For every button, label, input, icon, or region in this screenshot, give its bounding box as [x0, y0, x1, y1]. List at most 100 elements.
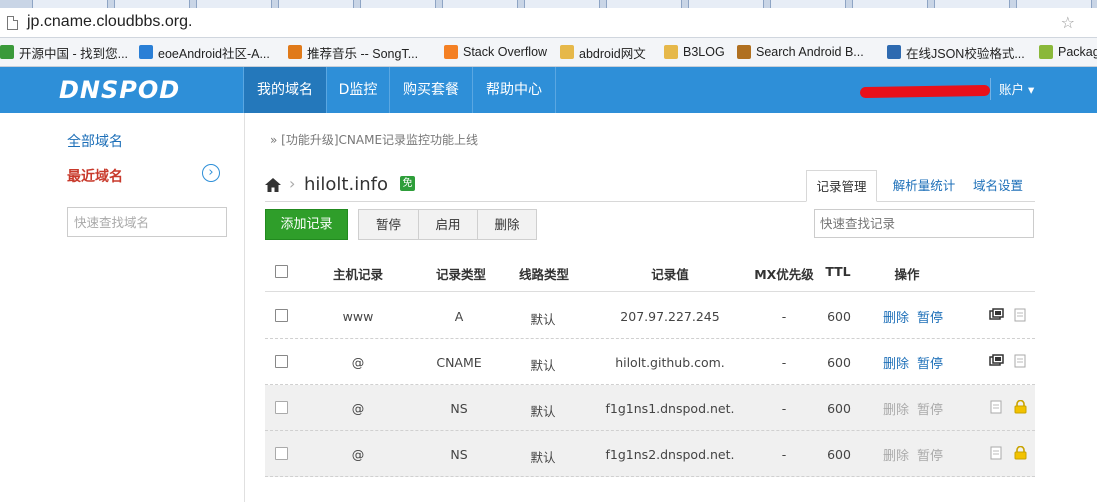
folder-icon	[664, 45, 678, 59]
url-text[interactable]: jp.cname.cloudbbs.org.	[27, 13, 192, 31]
remark-icon[interactable]	[989, 446, 1004, 460]
pause-record-link[interactable]: 暂停	[917, 307, 943, 326]
monitor-icon[interactable]	[989, 354, 1004, 368]
table-row[interactable]: www A 默认 207.97.227.245 - 600 删除 暂停	[265, 293, 1035, 339]
bookmark-item[interactable]: abdroid网文	[560, 43, 646, 61]
browser-tab[interactable]	[196, 0, 272, 8]
row-checkbox[interactable]	[275, 355, 288, 368]
sidebar: 全部域名 最近域名 ›	[0, 113, 245, 502]
pause-record-link[interactable]: 暂停	[917, 353, 943, 372]
pause-record-link: 暂停	[917, 449, 944, 464]
nav-buy-plan[interactable]: 购买套餐	[390, 67, 472, 113]
bookmark-item[interactable]: eoeAndroid社区-A...	[139, 43, 270, 61]
domain-search-input[interactable]	[67, 207, 227, 237]
bookmark-item[interactable]: Stack Overflow	[444, 43, 547, 61]
cell-type: CNAME	[436, 355, 482, 370]
folder-icon	[560, 45, 574, 59]
table-row[interactable]: @ NS 默认 f1g1ns2.dnspod.net. - 600 删除 暂停	[265, 431, 1035, 477]
delete-record-link[interactable]: 删除	[883, 353, 909, 372]
cell-value: 207.97.227.245	[620, 309, 720, 324]
row-checkbox[interactable]	[275, 401, 288, 414]
account-divider	[990, 78, 991, 100]
delete-button[interactable]: 删除	[477, 210, 536, 239]
browser-tab[interactable]	[360, 0, 436, 8]
expand-arrow-icon[interactable]: ›	[202, 164, 220, 182]
select-all-checkbox[interactable]	[275, 265, 288, 278]
delete-record-link[interactable]: 删除	[883, 307, 909, 326]
json-icon	[887, 45, 901, 59]
sidebar-all-domains[interactable]: 全部域名	[67, 131, 123, 151]
bookmark-label: 开源中国 - 找到您...	[19, 46, 129, 61]
announcement-link[interactable]: » [功能升级]CNAME记录监控功能上线	[270, 131, 478, 148]
bookmark-item[interactable]: Packag	[1039, 43, 1097, 61]
cell-type: NS	[450, 401, 468, 416]
cell-type: A	[454, 309, 464, 324]
cell-line: 默认	[530, 312, 556, 327]
col-line: 线路类型	[518, 267, 569, 282]
redacted-username	[859, 84, 991, 99]
remark-icon[interactable]	[1013, 308, 1028, 322]
cell-mx: -	[781, 309, 787, 324]
cell-type: NS	[450, 447, 468, 462]
table-row[interactable]: @ NS 默认 f1g1ns1.dnspod.net. - 600 删除 暂停	[265, 385, 1035, 431]
browser-tab[interactable]	[688, 0, 764, 8]
cell-value: hilolt.github.com.	[615, 355, 725, 370]
tab-domain-settings[interactable]: 域名设置	[966, 170, 1030, 202]
cell-ttl: 600	[827, 447, 851, 462]
bookmark-item[interactable]: 在线JSON校验格式...	[887, 43, 1025, 61]
add-record-button[interactable]: 添加记录	[265, 209, 348, 240]
browser-tab[interactable]	[278, 0, 354, 8]
remark-icon[interactable]	[1013, 354, 1028, 368]
browser-tab[interactable]	[852, 0, 928, 8]
browser-tab[interactable]	[32, 0, 108, 8]
monitor-icon[interactable]	[989, 308, 1004, 322]
nav-my-domains[interactable]: 我的域名	[244, 67, 326, 113]
pause-button[interactable]: 暂停	[359, 210, 418, 239]
table-row[interactable]: @ CNAME 默认 hilolt.github.com. - 600 删除 暂停	[265, 339, 1035, 385]
bookmark-item[interactable]: Search Android B...	[737, 43, 864, 61]
bookmark-item[interactable]: 开源中国 - 找到您...	[0, 43, 128, 61]
address-bar[interactable]: jp.cname.cloudbbs.org. ☆	[0, 8, 1097, 38]
cell-line: 默认	[530, 450, 556, 465]
row-checkbox[interactable]	[275, 309, 288, 322]
lock-icon[interactable]	[1013, 400, 1028, 414]
browser-tab[interactable]	[114, 0, 190, 8]
bookmarks-bar: 开源中国 - 找到您... eoeAndroid社区-A... 推荐音乐 -- So…	[0, 38, 1097, 67]
nav-help-center[interactable]: 帮助中心	[473, 67, 555, 113]
enable-button[interactable]: 启用	[418, 210, 477, 239]
browser-tab[interactable]	[606, 0, 682, 8]
bookmark-star-icon[interactable]: ☆	[1061, 13, 1075, 32]
nav-divider	[555, 67, 556, 113]
browser-tab[interactable]	[934, 0, 1010, 8]
row-checkbox[interactable]	[275, 447, 288, 460]
home-icon[interactable]	[264, 177, 282, 193]
pause-record-link: 暂停	[917, 403, 944, 418]
tab-record-management[interactable]: 记录管理	[806, 170, 877, 202]
account-menu[interactable]: 账户 ▾	[999, 67, 1034, 113]
cell-mx: -	[781, 355, 787, 370]
bookmark-item[interactable]: B3LOG	[664, 43, 725, 61]
bookmark-item[interactable]: 推荐音乐 -- SongT...	[288, 43, 418, 61]
browser-tab[interactable]	[442, 0, 518, 8]
remark-icon[interactable]	[989, 400, 1004, 414]
cell-ttl: 600	[827, 355, 851, 370]
nav-d-monitor[interactable]: D监控	[327, 67, 389, 113]
delete-record-link: 删除	[883, 403, 910, 418]
cell-host: @	[351, 447, 365, 462]
cell-line: 默认	[530, 404, 556, 419]
bookmark-label: eoeAndroid社区-A...	[158, 46, 270, 61]
record-search-input[interactable]	[814, 209, 1034, 238]
cell-mx: -	[781, 401, 787, 416]
dnspod-logo[interactable]: DNSPOD	[59, 76, 180, 104]
browser-tab[interactable]	[770, 0, 846, 8]
lock-icon[interactable]	[1013, 446, 1028, 460]
sidebar-recent-domains[interactable]: 最近域名	[67, 166, 123, 186]
cell-mx: -	[781, 447, 787, 462]
domain-title: hilolt.info	[304, 174, 388, 195]
tab-query-stats[interactable]: 解析量统计	[882, 170, 966, 202]
cell-line: 默认	[530, 358, 556, 373]
browser-tab[interactable]	[524, 0, 600, 8]
search-android-icon	[737, 45, 751, 59]
breadcrumb-separator: ›	[289, 174, 296, 193]
browser-tab[interactable]	[1016, 0, 1092, 8]
